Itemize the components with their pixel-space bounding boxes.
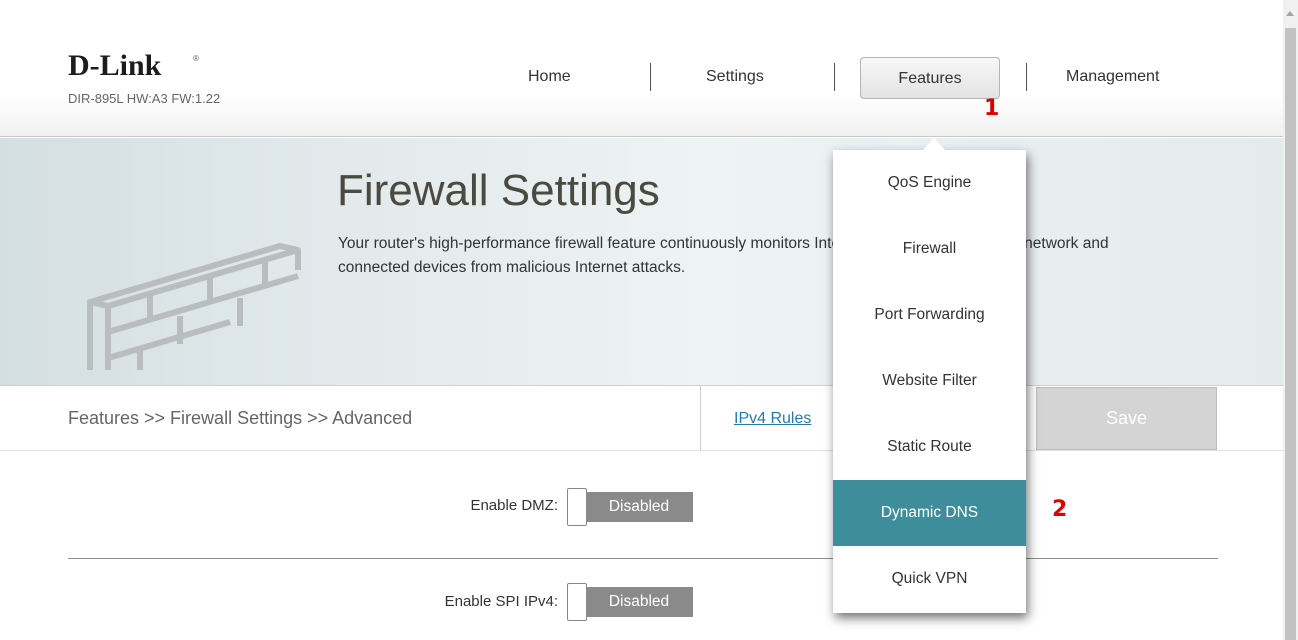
menu-item-dynamic-dns[interactable]: Dynamic DNS: [833, 480, 1026, 546]
divider: [0, 450, 1283, 451]
save-button[interactable]: Save: [1036, 387, 1217, 450]
top-header: D-Link ® DIR-895L HW:A3 FW:1.22 Home Set…: [0, 0, 1283, 137]
dlink-logo: D-Link: [68, 49, 162, 82]
nav-separator: [1026, 63, 1027, 91]
nav-separator: [834, 63, 835, 91]
brick-wall-icon: [87, 243, 301, 370]
annotation-step-2: 2: [1052, 497, 1068, 522]
menu-item-port-forwarding[interactable]: Port Forwarding: [833, 282, 1026, 348]
dropdown-pointer-icon: [922, 138, 946, 151]
annotation-step-1: 1: [984, 96, 1000, 121]
section-divider: [68, 558, 1218, 559]
registered-mark: ®: [193, 54, 199, 63]
nav-features[interactable]: Features: [860, 57, 1000, 99]
menu-item-quick-vpn[interactable]: Quick VPN: [833, 546, 1026, 612]
divider: [0, 385, 1283, 386]
nav-settings[interactable]: Settings: [706, 67, 764, 87]
toggle-knob[interactable]: [567, 488, 587, 526]
spi-ipv4-label: Enable SPI IPv4:: [444, 593, 558, 610]
nav-home[interactable]: Home: [528, 67, 571, 87]
menu-item-static-route[interactable]: Static Route: [833, 414, 1026, 480]
scroll-up-icon[interactable]: [1286, 11, 1294, 16]
nav-management[interactable]: Management: [1066, 67, 1159, 87]
page-title: Firewall Settings: [337, 166, 660, 215]
features-dropdown-menu: QoS Engine Firewall Port Forwarding Webs…: [833, 150, 1026, 613]
dmz-toggle-state: Disabled: [585, 492, 693, 522]
ipv4-rules-link[interactable]: IPv4 Rules: [734, 410, 811, 428]
menu-item-website-filter[interactable]: Website Filter: [833, 348, 1026, 414]
scrollbar-thumb[interactable]: [1285, 28, 1296, 640]
spi-ipv4-toggle[interactable]: Disabled: [567, 583, 693, 621]
model-info: DIR-895L HW:A3 FW:1.22: [68, 91, 221, 106]
dmz-label: Enable DMZ:: [470, 497, 558, 514]
nav-separator: [650, 63, 651, 91]
breadcrumb: Features >> Firewall Settings >> Advance…: [68, 408, 413, 428]
dmz-toggle[interactable]: Disabled: [567, 488, 693, 526]
menu-item-firewall[interactable]: Firewall: [833, 216, 1026, 282]
page-description: Your router's high-performance firewall …: [338, 235, 1109, 276]
spi-ipv4-toggle-state: Disabled: [585, 587, 693, 617]
menu-item-qos-engine[interactable]: QoS Engine: [833, 150, 1026, 216]
toggle-knob[interactable]: [567, 583, 587, 621]
